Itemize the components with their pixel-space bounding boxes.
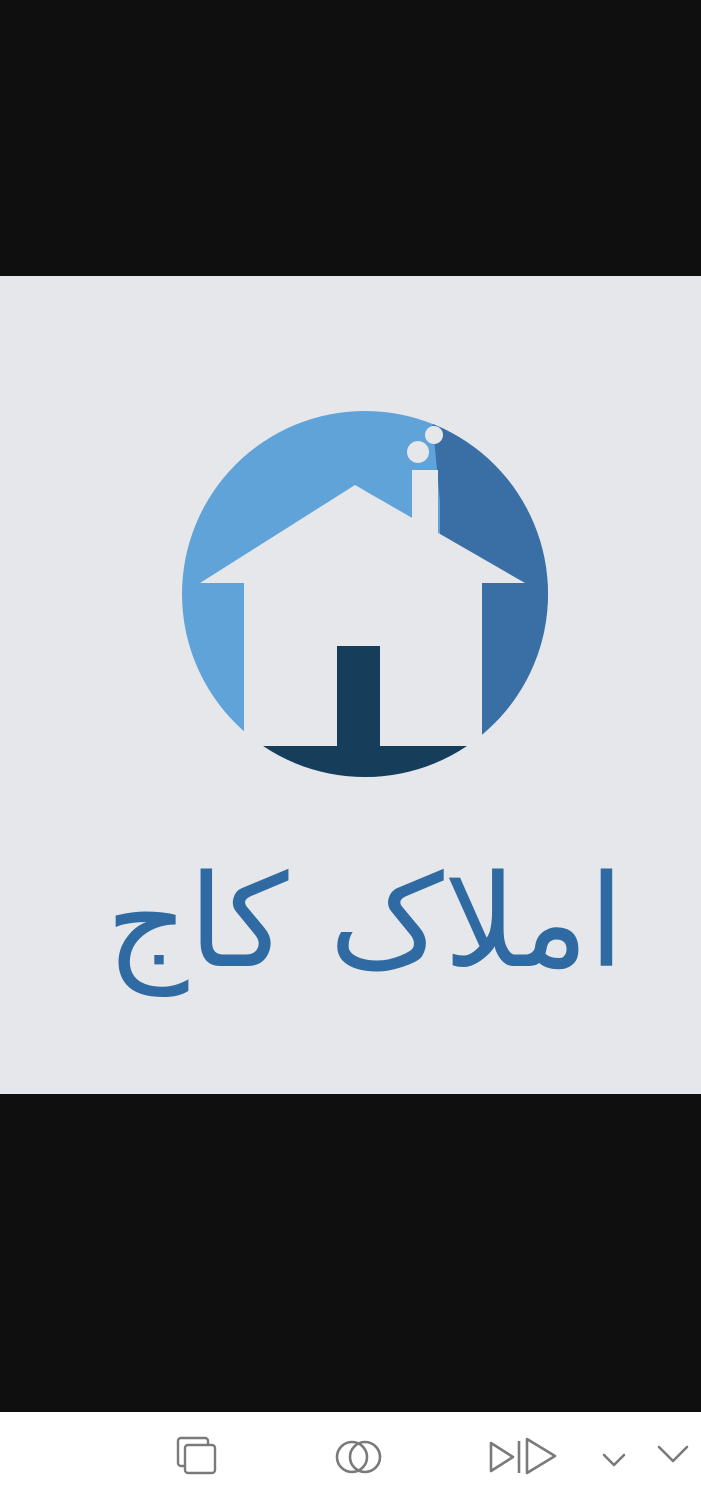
play-next-icon bbox=[489, 1437, 557, 1475]
copy-button[interactable] bbox=[168, 1412, 226, 1500]
viewer-top-backdrop bbox=[0, 0, 701, 276]
collapse-small-button[interactable] bbox=[594, 1412, 634, 1500]
smoke-puff bbox=[425, 426, 443, 444]
overlap-circles-icon bbox=[335, 1440, 382, 1474]
chevron-down-small-icon bbox=[602, 1453, 626, 1467]
play-next-button[interactable] bbox=[480, 1412, 562, 1500]
logo-graphic: املاک کاج bbox=[106, 411, 624, 997]
chimney bbox=[412, 470, 438, 552]
bottom-toolbar bbox=[0, 1412, 701, 1500]
image-viewer-screen: املاک کاج bbox=[0, 0, 701, 1500]
logo-wordmark: املاک کاج bbox=[106, 848, 624, 997]
door bbox=[337, 646, 380, 751]
viewer-bottom-backdrop bbox=[0, 1094, 701, 1412]
chevron-down-icon bbox=[657, 1445, 689, 1463]
copy-icon bbox=[176, 1436, 217, 1475]
smoke-puff bbox=[407, 441, 429, 463]
circle-navy-base bbox=[182, 746, 548, 777]
compare-button[interactable] bbox=[328, 1412, 390, 1500]
collapse-button[interactable] bbox=[650, 1412, 696, 1500]
displayed-image[interactable]: املاک کاج bbox=[0, 276, 701, 1094]
